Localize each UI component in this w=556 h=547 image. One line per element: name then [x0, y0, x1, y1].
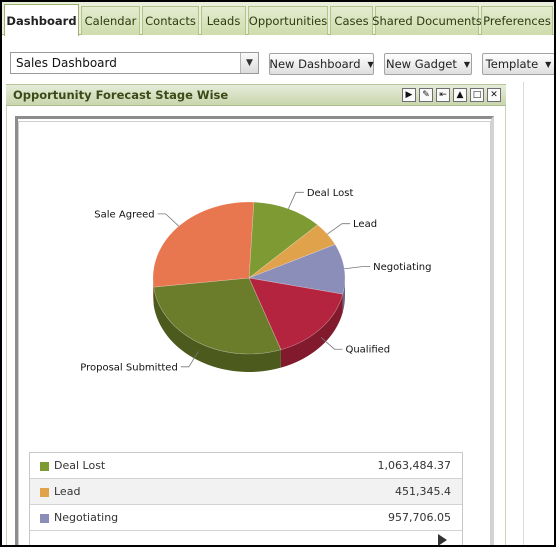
legend-row: Lead 451,345.4	[30, 479, 462, 505]
pie-leader-line	[327, 223, 351, 235]
legend-value: 451,345.4	[395, 485, 451, 498]
app-frame: Dashboard Calendar Contacts Leads Opport…	[0, 0, 556, 547]
legend-label: Negotiating	[54, 511, 119, 524]
legend-label: Deal Lost	[54, 459, 106, 472]
legend-swatch	[40, 514, 49, 523]
divider	[523, 82, 524, 545]
next-page-icon[interactable]	[438, 534, 447, 545]
pie-slice-label: Proposal Submitted	[80, 362, 178, 373]
pie-slice-label: Sale Agreed	[94, 209, 154, 220]
legend-row: Deal Lost 1,063,484.37	[30, 453, 462, 479]
legend-value: 957,706.05	[388, 511, 451, 524]
pie-slice[interactable]	[152, 201, 255, 288]
pie-leader-line	[157, 213, 180, 227]
legend-table: Deal Lost 1,063,484.37 Lead 451,345.4 Ne…	[29, 452, 463, 545]
pie-slice-label: Lead	[353, 219, 377, 230]
legend-swatch	[40, 488, 49, 497]
pie-leader-line	[344, 266, 371, 270]
legend-value: 1,063,484.37	[377, 459, 451, 472]
legend-label: Lead	[54, 485, 81, 498]
pie-slice-label: Deal Lost	[307, 188, 354, 199]
legend-swatch	[40, 462, 49, 471]
pie-slice-label: Qualified	[345, 345, 390, 356]
pie-leader-line	[288, 191, 304, 209]
legend-row: Negotiating 957,706.05	[30, 505, 462, 531]
pie-slice-label: Negotiating	[373, 262, 431, 273]
